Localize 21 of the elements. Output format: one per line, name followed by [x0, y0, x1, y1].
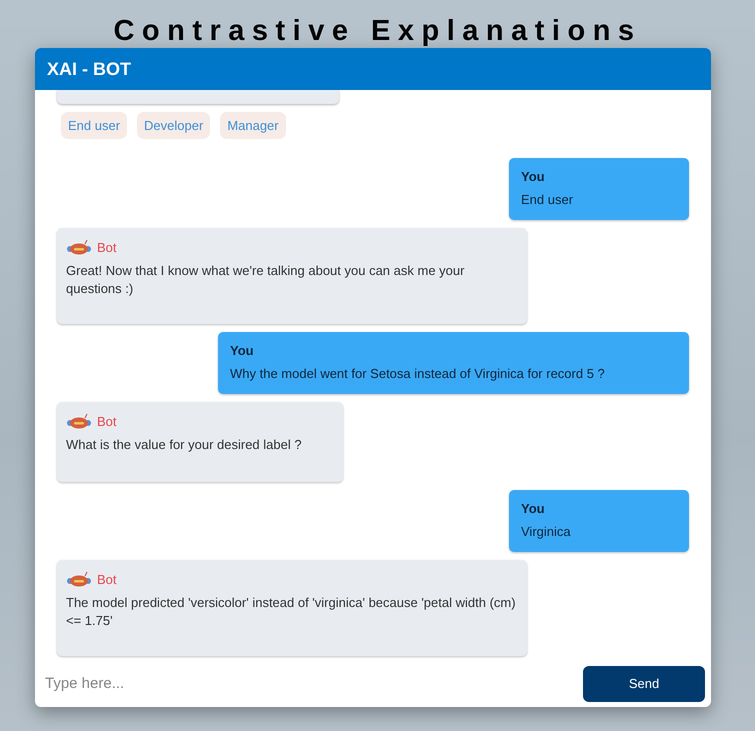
sender-name: You: [521, 169, 545, 184]
robot-icon: [66, 239, 92, 255]
message-text: Great! Now that I know what we're talking about you can ask me your questions :): [66, 262, 466, 298]
sender-name: Bot: [97, 414, 117, 428]
option-chip[interactable]: Manager: [220, 112, 286, 139]
robot-icon: [66, 413, 92, 429]
robot-icon: [66, 571, 92, 587]
window-title: XAI - BOT: [35, 48, 711, 90]
message-text: The model predicted 'versicolor' instead of 'virginica' because 'petal width (cm) <= 1.75': [66, 594, 517, 630]
sender-name: Bot: [97, 240, 117, 254]
option-chip[interactable]: End user: [61, 112, 128, 139]
page-title: Contrastive Explanations: [113, 16, 642, 46]
sender-name: Bot: [97, 572, 117, 586]
message-text: What is the value for your desired label ?: [66, 436, 303, 454]
sender-name: You: [521, 501, 545, 516]
option-chip[interactable]: Developer: [137, 112, 210, 139]
message-text: End user: [521, 191, 574, 209]
message-text: Virginica: [521, 523, 572, 541]
sender-name: You: [230, 343, 254, 358]
send-button[interactable]: Send: [583, 666, 705, 702]
message-text: Why the model went for Setosa instead of Virginica for record 5 ?: [230, 365, 606, 383]
